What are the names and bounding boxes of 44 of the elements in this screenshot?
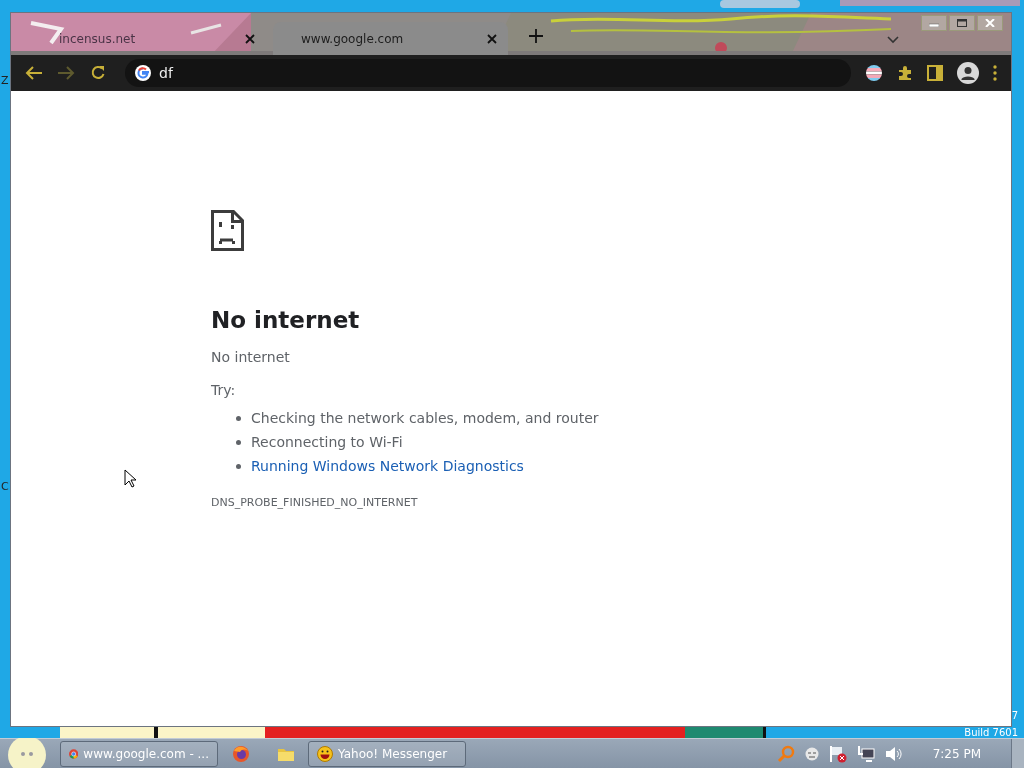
side-panel-icon[interactable]: [927, 65, 943, 81]
sad-page-icon: [211, 210, 244, 251]
windows-version-text: 7: [1011, 710, 1018, 721]
browser-tab[interactable]: incensus.net: [31, 22, 266, 55]
network-icon[interactable]: [856, 744, 875, 763]
new-tab-icon[interactable]: [529, 29, 543, 43]
error-message: No internet: [211, 349, 291, 365]
windows-version-text: Build 7601: [964, 727, 1018, 738]
error-code: DNS_PROBE_FINISHED_NO_INTERNET: [211, 496, 419, 509]
desktop-icon-label: Z: [1, 74, 9, 87]
close-icon[interactable]: [244, 32, 256, 45]
bullet-icon: [236, 415, 241, 421]
suggestion-text: Checking the network cables, modem, and router: [251, 410, 599, 426]
taskbar-button[interactable]: www.google.com - ...: [60, 740, 218, 767]
close-icon: [985, 19, 995, 27]
error-heading: No internet: [211, 307, 361, 333]
close-button[interactable]: [977, 15, 1003, 31]
diagnostics-link[interactable]: Running Windows Network Diagnostics: [251, 458, 524, 474]
mouse-cursor-icon: [124, 469, 136, 488]
try-label: Try:: [211, 382, 237, 398]
google-icon: [135, 65, 151, 81]
back-icon[interactable]: [25, 66, 43, 80]
maximize-icon: [957, 19, 967, 27]
flag-icon[interactable]: [865, 64, 883, 82]
puzzle-icon[interactable]: [897, 65, 913, 81]
menu-icon[interactable]: [993, 65, 997, 81]
firefox-icon[interactable]: [231, 744, 250, 763]
bullet-icon: [236, 439, 241, 445]
chevron-down-icon[interactable]: [887, 36, 899, 44]
smiley-icon: [317, 745, 333, 762]
desktop-icon-label: C: [1, 480, 9, 493]
close-icon[interactable]: [486, 32, 498, 45]
suggestion-text: Reconnecting to Wi-Fi: [251, 434, 403, 450]
maximize-button[interactable]: [949, 15, 975, 31]
bullet-icon: [236, 463, 241, 469]
clock[interactable]: 7:25 PM: [932, 746, 981, 761]
volume-icon[interactable]: [884, 745, 903, 762]
show-desktop-button[interactable]: [1011, 738, 1024, 768]
browser-tab[interactable]: www.google.com: [273, 22, 508, 55]
address-bar[interactable]: df: [125, 59, 851, 87]
flag-error-icon[interactable]: [828, 744, 847, 763]
avatar-icon[interactable]: [957, 62, 979, 84]
taskbar-button[interactable]: Yahoo! Messenger: [308, 740, 466, 767]
reload-icon[interactable]: [90, 65, 106, 81]
